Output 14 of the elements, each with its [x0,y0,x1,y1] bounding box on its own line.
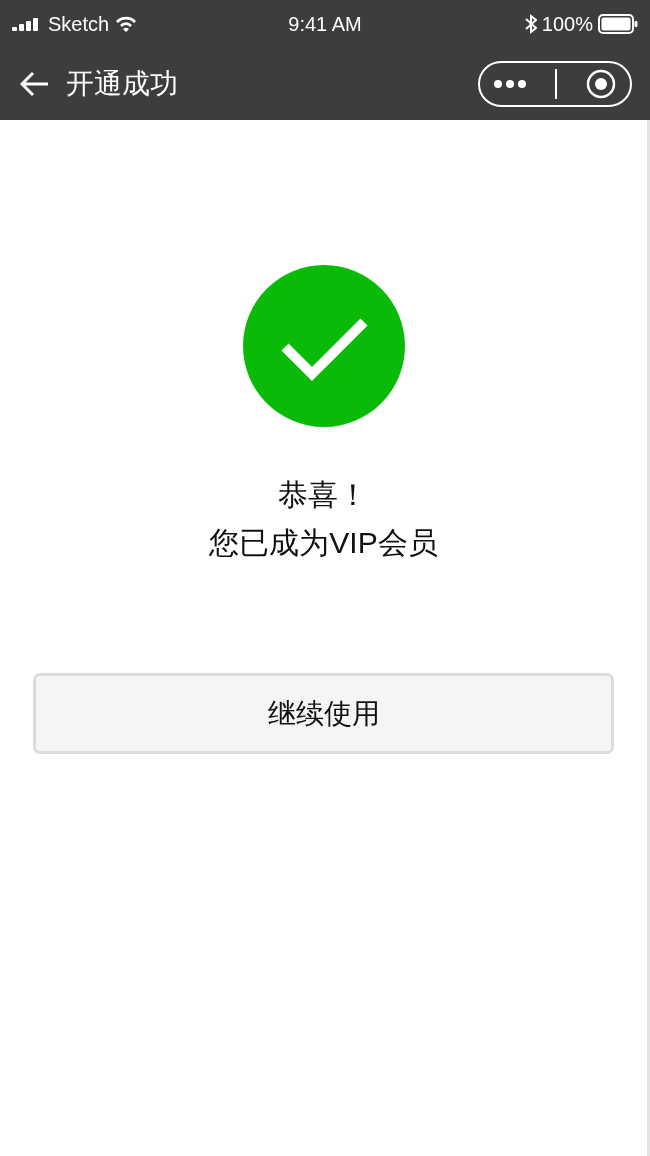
battery-icon [598,14,638,34]
success-title: 恭喜！ [278,477,369,513]
battery-percent: 100% [541,12,593,36]
page-title: 开通成功 [66,67,179,101]
back-arrow-icon[interactable] [20,71,50,97]
more-icon[interactable] [494,80,527,88]
success-message: 您已成为VIP会员 [209,525,438,561]
wifi-icon [115,16,138,32]
carrier-name: Sketch [48,12,110,36]
clock-time: 9:41 AM [288,12,362,36]
continue-button[interactable]: 继续使用 [33,673,614,754]
close-target-icon[interactable] [585,69,616,99]
success-check-icon [242,265,405,427]
bluetooth-icon [524,14,537,34]
